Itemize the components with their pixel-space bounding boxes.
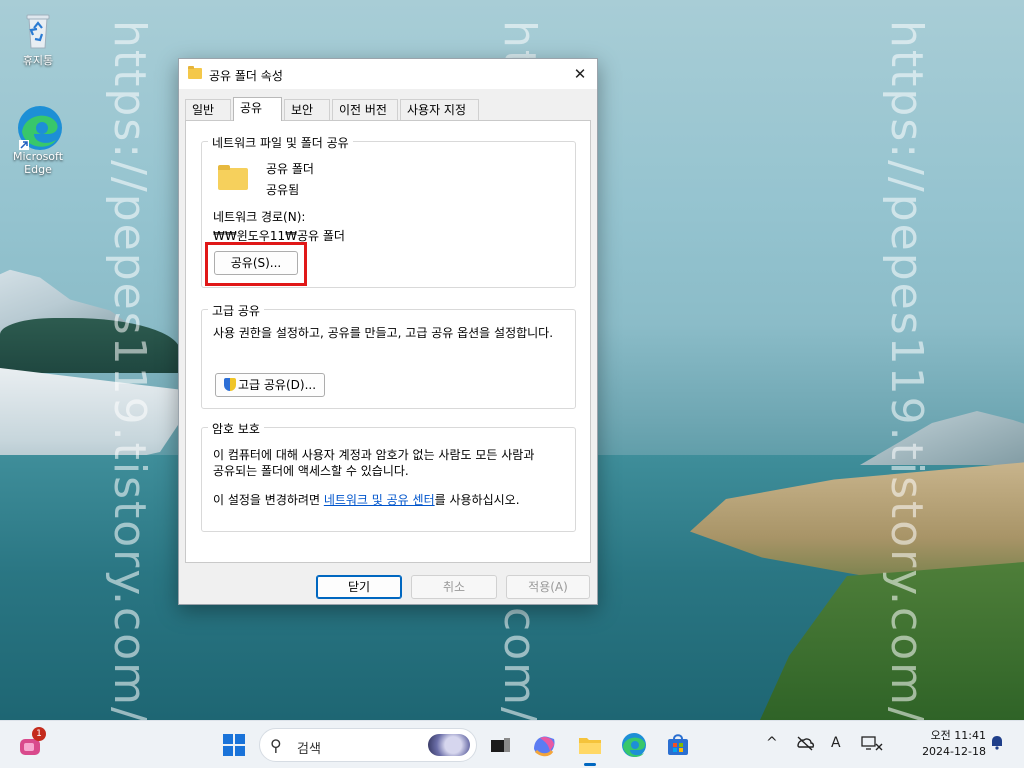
- tab-previous-versions[interactable]: 이전 버전: [332, 99, 398, 120]
- search-placeholder: 검색: [297, 742, 321, 757]
- watermark-text: https://pepes119.tistory.com/: [104, 20, 155, 720]
- copilot-icon[interactable]: [528, 729, 560, 761]
- show-hidden-icons-chevron[interactable]: ^: [766, 735, 778, 751]
- cancel-button[interactable]: 취소: [411, 575, 497, 599]
- tab-general[interactable]: 일반: [185, 99, 231, 120]
- group-legend: 암호 보호: [208, 420, 264, 437]
- close-icon[interactable]: ✕: [563, 59, 597, 89]
- group-legend: 고급 공유: [208, 302, 264, 319]
- recycle-bin-icon: [16, 8, 60, 52]
- volume-muted-icon[interactable]: [860, 733, 884, 757]
- notification-bell-icon[interactable]: [990, 734, 1004, 754]
- chat-widget-icon[interactable]: 1: [16, 727, 46, 761]
- advanced-share-description: 사용 권한을 설정하고, 공유를 만들고, 고급 공유 옵션을 설정합니다.: [213, 326, 554, 340]
- taskbar: 1 ⚲ 검색 ^ A 오전 11:41 2024-12-18: [0, 720, 1024, 768]
- tab-sharing[interactable]: 공유: [233, 97, 282, 121]
- search-icon: ⚲: [270, 736, 282, 755]
- edge-icon[interactable]: [618, 729, 650, 761]
- uac-shield-icon: [223, 378, 236, 391]
- clock-date: 2024-12-18: [922, 745, 986, 758]
- network-sharing-center-link[interactable]: 네트워크 및 공유 센터: [324, 493, 435, 507]
- sharing-tab-panel: 네트워크 파일 및 폴더 공유 공유 폴더 공유됨 네트워크 경로(N): ₩₩…: [185, 120, 591, 563]
- apply-button[interactable]: 적용(A): [506, 575, 590, 599]
- edge-icon: [16, 104, 62, 150]
- search-highlight-image: [428, 734, 470, 756]
- share-button[interactable]: 공유(S)...: [214, 251, 298, 275]
- advanced-share-button[interactable]: 고급 공유(D)...: [215, 373, 325, 397]
- tab-security[interactable]: 보안: [284, 99, 330, 120]
- share-status: 공유됨: [266, 183, 300, 197]
- advanced-share-button-label: 고급 공유(D)...: [237, 378, 317, 392]
- advanced-share-group: 고급 공유 사용 권한을 설정하고, 공유를 만들고, 고급 공유 옵션을 설정…: [201, 302, 576, 409]
- change-setting-text: 이 설정을 변경하려면 네트워크 및 공유 센터를 사용하십시오.: [213, 491, 520, 508]
- dialog-titlebar[interactable]: 공유 폴더 속성 ✕: [179, 59, 597, 89]
- shared-folder-name: 공유 폴더: [266, 162, 314, 176]
- password-description-line1: 이 컴퓨터에 대해 사용자 계정과 암호가 없는 사람도 모든 사람과: [213, 448, 535, 462]
- network-path-label: 네트워크 경로(N):: [213, 210, 306, 224]
- change-setting-prefix: 이 설정을 변경하려면: [213, 493, 324, 507]
- taskbar-search-box[interactable]: ⚲ 검색: [259, 728, 477, 762]
- password-description-line2: 공유되는 폴더에 액세스할 수 있습니다.: [213, 464, 409, 478]
- desktop-icon-edge[interactable]: Microsoft Edge: [6, 104, 70, 176]
- desktop-icon-recycle-bin[interactable]: 휴지통: [6, 8, 70, 67]
- windows-start-icon[interactable]: [218, 729, 250, 761]
- watermark-text: https://pepes119.tistory.com/: [881, 20, 932, 720]
- change-setting-suffix: 를 사용하십시오.: [434, 493, 520, 507]
- password-protection-group: 암호 보호 이 컴퓨터에 대해 사용자 계정과 암호가 없는 사람도 모든 사람…: [201, 420, 576, 532]
- active-app-indicator: [584, 763, 596, 766]
- file-explorer-icon[interactable]: [574, 729, 606, 766]
- dialog-title: 공유 폴더 속성: [209, 69, 283, 83]
- folder-icon: [218, 165, 248, 190]
- tab-customize[interactable]: 사용자 지정: [400, 99, 479, 120]
- folder-properties-dialog: 공유 폴더 속성 ✕ 일반 공유 보안 이전 버전 사용자 지정 네트워크 파일…: [178, 58, 598, 605]
- notification-badge: 1: [32, 727, 46, 741]
- folder-icon: [188, 66, 202, 79]
- close-button[interactable]: 닫기: [316, 575, 402, 599]
- microsoft-store-icon[interactable]: [662, 729, 694, 761]
- system-clock[interactable]: 오전 11:41 2024-12-18: [922, 728, 986, 760]
- network-share-group: 네트워크 파일 및 폴더 공유 공유 폴더 공유됨 네트워크 경로(N): ₩₩…: [201, 134, 576, 288]
- network-disconnected-icon[interactable]: [795, 733, 815, 757]
- group-legend: 네트워크 파일 및 폴더 공유: [208, 134, 353, 151]
- task-view-icon[interactable]: [484, 729, 516, 761]
- desktop-icon-label: 휴지통: [22, 54, 54, 67]
- desktop-icon-label: Microsoft Edge: [12, 150, 64, 176]
- input-method-indicator[interactable]: A: [831, 735, 841, 751]
- clock-time: 오전 11:41: [930, 729, 986, 742]
